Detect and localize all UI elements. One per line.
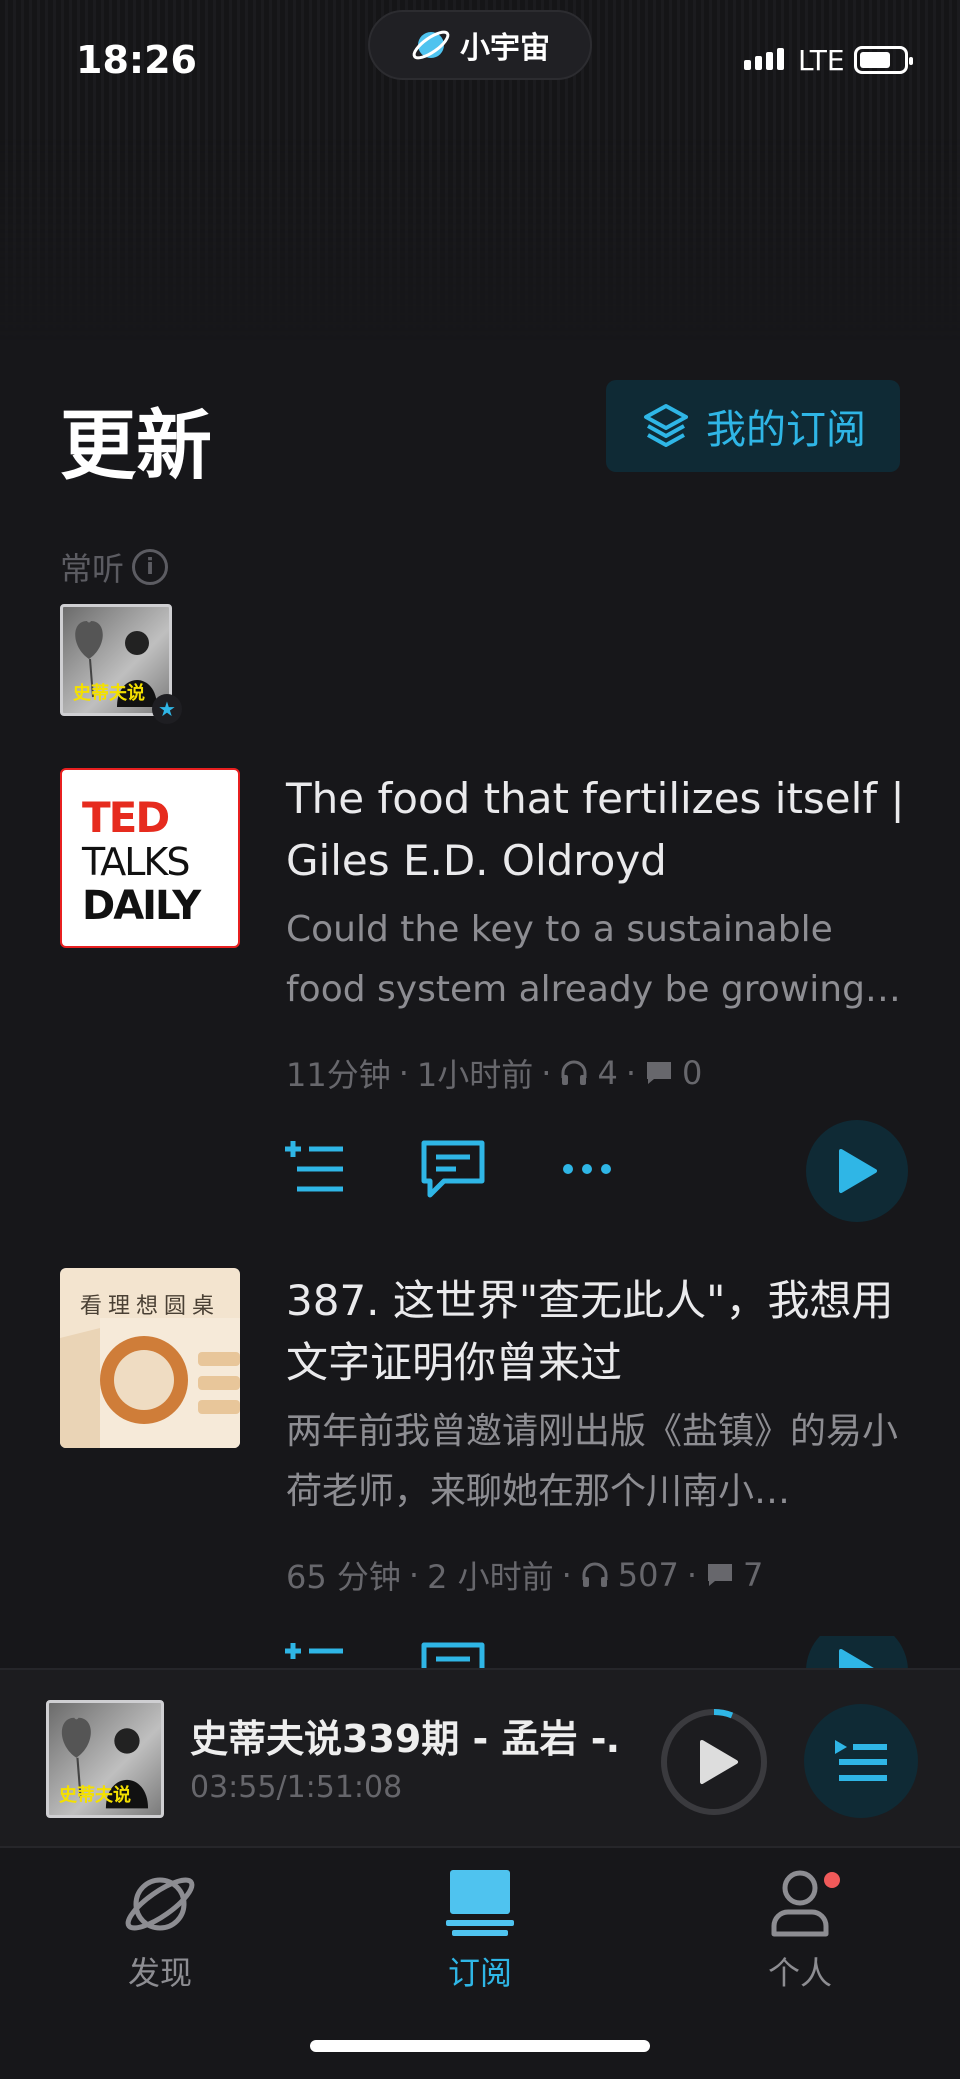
episode-comment-count: 7	[743, 1556, 764, 1594]
comment-button[interactable]	[418, 1636, 488, 1668]
layers-icon	[644, 404, 688, 447]
episode-meta: 65 分钟 · 2 小时前 · 507 · 7	[286, 1552, 763, 1598]
cover-line: TALKS	[82, 840, 190, 884]
episode-description[interactable]: Could the key to a sustainable food syst…	[286, 900, 906, 1020]
cup-illustration-icon	[60, 1318, 240, 1448]
play-icon	[839, 1649, 874, 1668]
cover-line: TED	[82, 793, 170, 842]
app-pill-label: 小宇宙	[460, 31, 550, 66]
comment-outline-icon	[421, 1140, 485, 1198]
playlist-icon	[835, 1740, 887, 1781]
planet-icon	[125, 1877, 195, 1931]
play-icon	[839, 1149, 877, 1193]
episode-cover-round-table[interactable]: 看理想圆桌	[60, 1268, 240, 1448]
comment-button[interactable]	[418, 1134, 488, 1204]
page-title: 更新	[60, 401, 212, 490]
episode-play-button[interactable]	[806, 1120, 908, 1222]
episode-duration: 11分钟	[286, 1056, 391, 1094]
more-button[interactable]	[552, 1134, 622, 1204]
nav-subscribe[interactable]: 订阅	[380, 1868, 580, 1994]
comment-icon	[646, 1062, 671, 1084]
home-indicator	[310, 2040, 650, 2052]
add-to-queue-button[interactable]	[280, 1636, 350, 1668]
add-to-queue-button[interactable]	[280, 1134, 350, 1204]
add-queue-icon	[285, 1643, 343, 1659]
headphones-icon	[582, 1562, 608, 1587]
episode-play-count: 507	[617, 1556, 679, 1594]
my-subscriptions-button[interactable]: 我的订阅	[606, 380, 900, 472]
mini-player-title[interactable]: 史蒂夫说339期 - 孟岩 -…	[190, 1708, 620, 1763]
episode-play-count: 4	[597, 1054, 618, 1092]
playlist-button[interactable]	[804, 1704, 918, 1818]
my-subscriptions-label: 我的订阅	[706, 407, 866, 453]
network-type: LTE	[798, 44, 845, 77]
app-pill[interactable]: 小宇宙	[368, 10, 592, 80]
subscribe-stack-icon	[446, 1870, 514, 1936]
status-time: 18:26	[76, 38, 197, 82]
episode-actions	[0, 1636, 960, 1668]
episode-comment-count: 0	[681, 1054, 703, 1092]
mini-player-time: 03:55/1:51:08	[190, 1770, 403, 1805]
episode-duration: 65 分钟	[286, 1558, 401, 1596]
episode-cover-ted[interactable]: TED TALKS DAILY	[60, 768, 240, 948]
play-progress-icon	[661, 1709, 767, 1815]
episode-title[interactable]: The food that fertilizes itself | Giles …	[286, 768, 906, 892]
frequent-label: 常听	[60, 550, 125, 588]
mini-player-cover[interactable]: 史蒂夫说	[46, 1700, 164, 1818]
add-queue-icon	[285, 1141, 343, 1192]
nav-discover-label: 发现	[127, 1954, 192, 1992]
episode-ago: 1小时前	[416, 1056, 534, 1094]
mini-player[interactable]: 史蒂夫说 史蒂夫说339期 - 孟岩 -… 03:55/1:51:08	[0, 1668, 960, 1848]
frequent-section-label: 常听 i	[60, 544, 169, 590]
comment-icon	[708, 1564, 733, 1586]
mini-cover-caption: 史蒂夫说	[59, 1785, 131, 1806]
episode-title[interactable]: 387. 这世界"查无此人"，我想用文字证明你曾来过	[286, 1270, 906, 1394]
nav-discover[interactable]: 发现	[60, 1868, 260, 1994]
headphones-icon	[561, 1060, 587, 1085]
cover-line: DAILY	[82, 883, 201, 929]
comment-outline-icon	[421, 1642, 485, 1668]
mini-player-play-button[interactable]	[658, 1706, 770, 1818]
info-icon[interactable]: i	[132, 549, 169, 585]
battery-icon	[854, 46, 913, 74]
nav-profile[interactable]: 个人	[700, 1868, 900, 1994]
episode-ago: 2 小时前	[427, 1558, 554, 1596]
nav-profile-label: 个人	[767, 1954, 832, 1992]
notification-dot	[824, 1872, 840, 1888]
episode-meta: 11分钟 · 1小时前 · 4 · 0	[286, 1050, 702, 1096]
more-icon	[563, 1164, 611, 1174]
signal-icon	[744, 48, 784, 70]
episode-actions	[0, 1120, 960, 1224]
planet-icon	[412, 30, 450, 60]
episode-description[interactable]: 两年前我曾邀请刚出版《盐镇》的易小荷老师，来聊她在那个川南小…	[286, 1402, 906, 1522]
frequent-thumb-caption: 史蒂夫说	[73, 683, 145, 704]
nav-subscribe-label: 订阅	[447, 1954, 512, 1992]
episode-play-button[interactable]	[806, 1636, 908, 1668]
status-bar: 18:26 小宇宙 LTE	[0, 0, 960, 120]
star-icon: ★	[152, 694, 182, 724]
